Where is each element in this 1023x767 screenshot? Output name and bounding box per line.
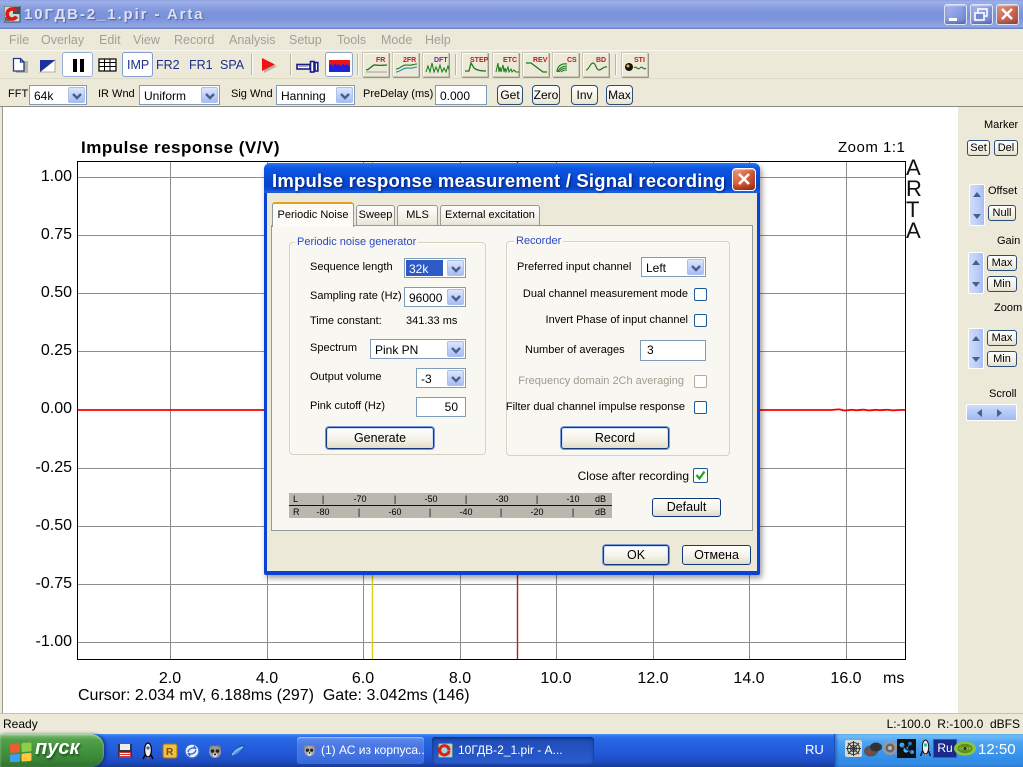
svg-text:FR: FR [376,57,385,64]
svg-text:STEP: STEP [470,57,488,64]
svg-text:R: R [166,747,174,758]
svg-text:DFT: DFT [434,57,448,64]
svg-text:BD: BD [596,57,606,64]
svg-text:CS: CS [567,57,577,64]
svg-text:ETC: ETC [503,57,517,64]
svg-text:2FR: 2FR [403,57,416,64]
svg-text:STI: STI [634,57,645,64]
svg-text:REV: REV [533,57,548,64]
